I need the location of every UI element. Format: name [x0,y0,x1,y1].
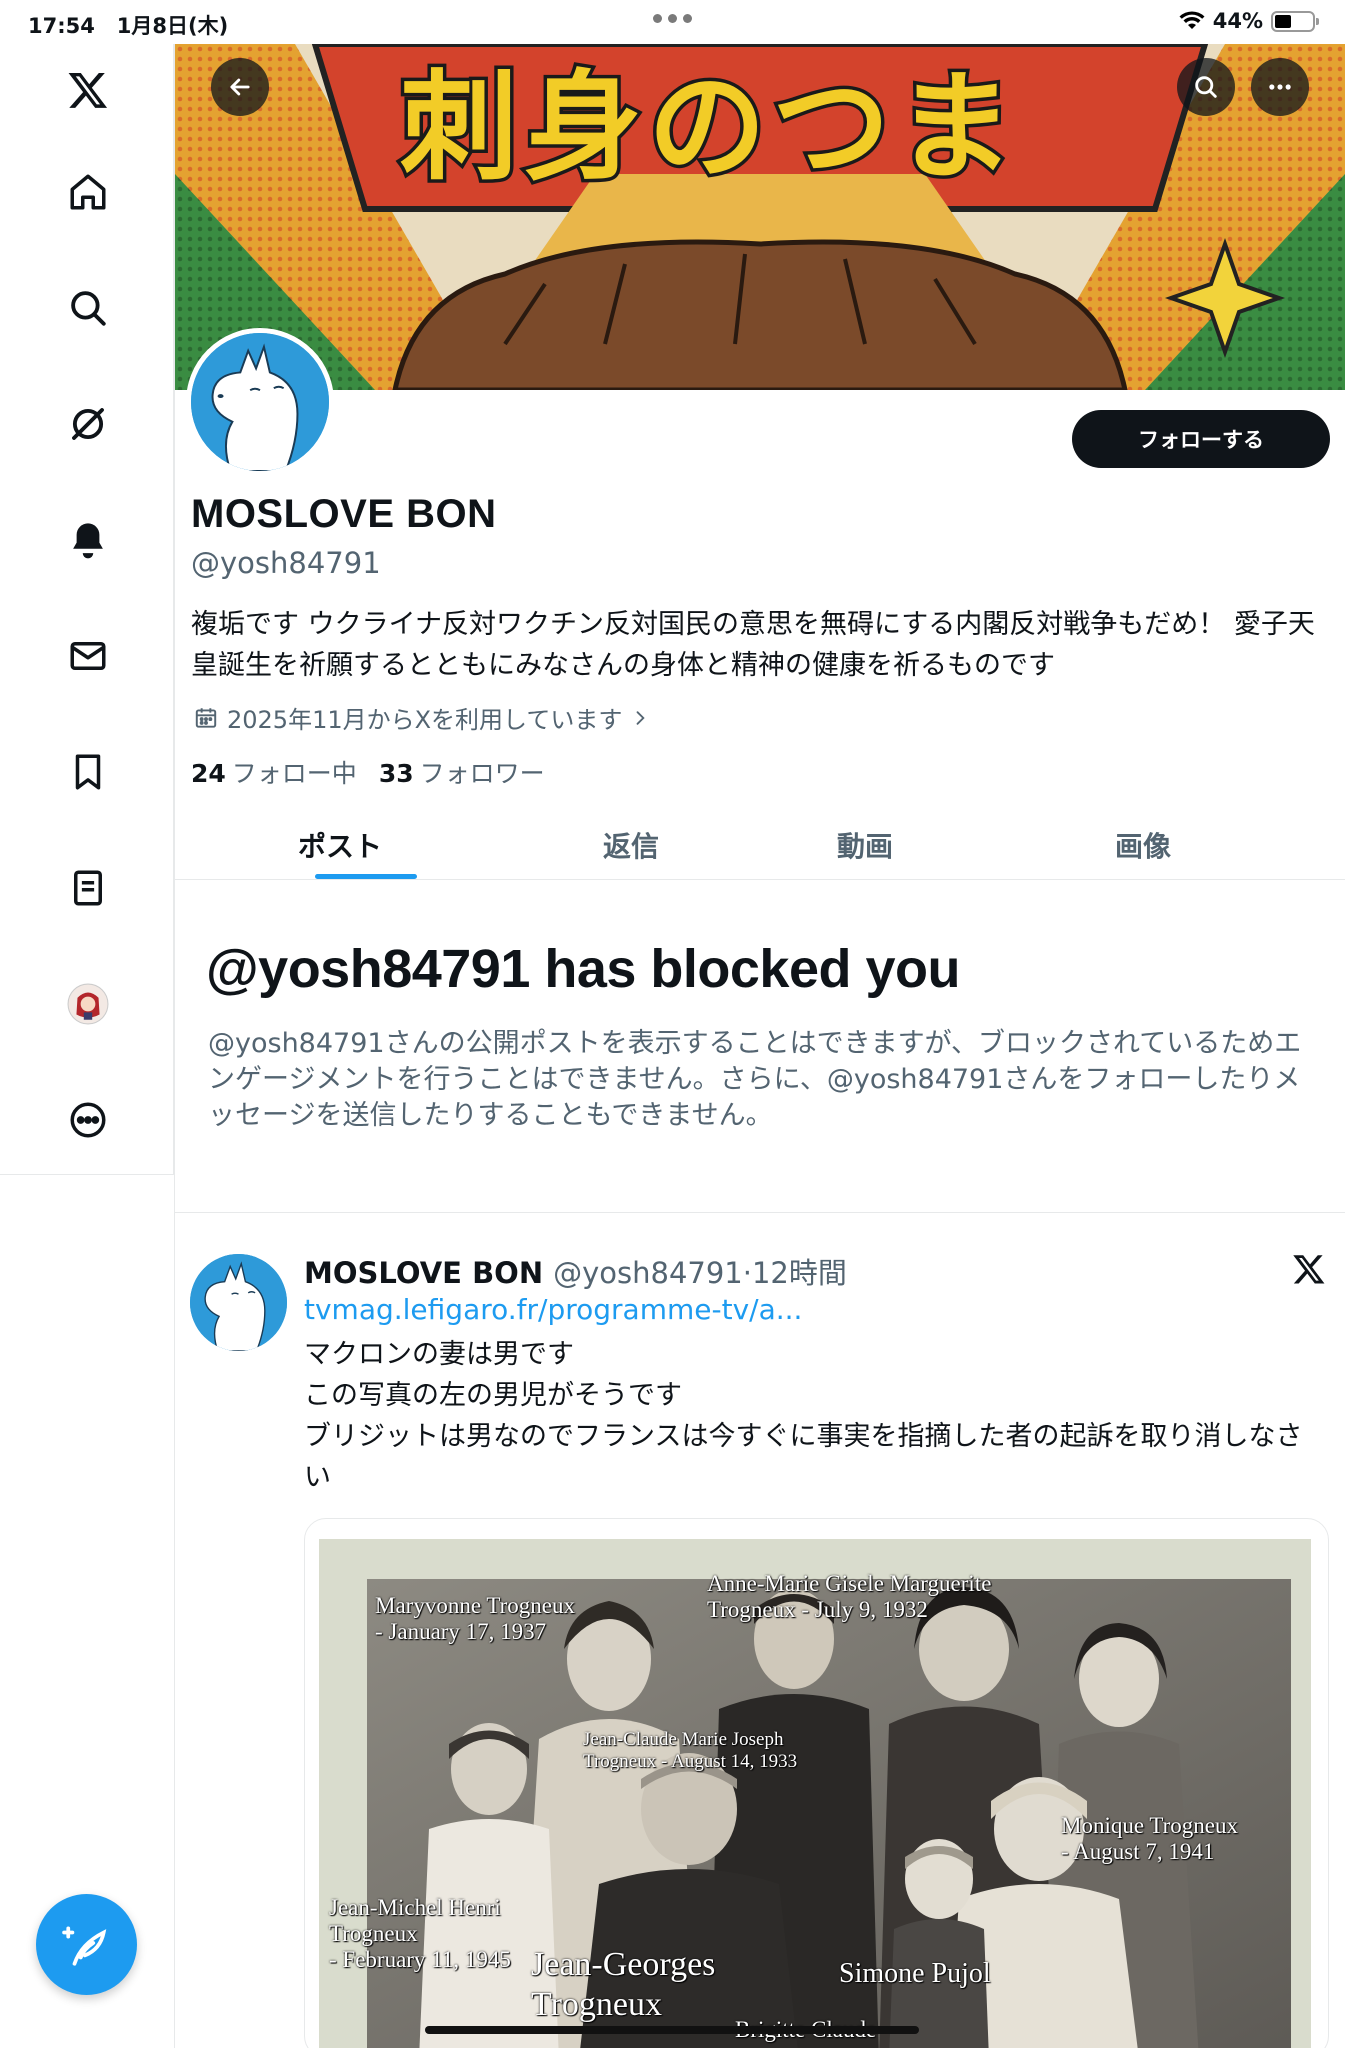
following-label: フォロー中 [231,759,357,788]
profile-tabs: ポスト 返信 動画 画像 [175,810,1345,880]
more-horizontal-icon [1269,84,1291,90]
post-line: この写真の左の男児がそうです [304,1380,682,1411]
active-tab-indicator [315,874,417,879]
status-time: 17:54 1月8日(木) [28,10,228,40]
compose-post-button[interactable] [36,1894,137,1995]
followers-count: 33 [378,759,414,788]
post-body: マクロンの妻は男です この写真の左の男児がそうです ブリジットは男なのでフランス… [304,1334,1324,1498]
status-right: 44% [1179,9,1319,33]
home-icon[interactable] [62,166,114,218]
search-icon [1195,76,1217,98]
notifications-bell-icon[interactable] [62,514,114,566]
follow-button[interactable]: フォローする [1072,410,1330,468]
post-author-meta: @yosh84791·12時間 [553,1256,847,1290]
post-link[interactable]: tvmag.lefigaro.fr/programme-tv/a... [304,1293,802,1326]
profile-name: MOSLOVE BON [191,492,497,536]
post-line: マクロンの妻は男です [304,1339,574,1370]
tab-posts[interactable]: ポスト [275,810,405,880]
post-header: MOSLOVE BON @yosh84791·12時間 [304,1250,847,1292]
chevron-right-icon [636,710,645,725]
profile-more-button[interactable] [1251,58,1309,116]
more-options-icon[interactable] [62,1094,114,1146]
x-logo-icon [1292,1252,1326,1286]
lists-icon[interactable] [62,862,114,914]
photo-caption: Jean-Georges Trogneux [531,1946,716,2023]
photo-caption: Anne-Marie Gisele Marguerite Trogneux - J… [707,1571,992,1622]
profile-avatar-icon[interactable] [62,978,114,1030]
tab-videos[interactable]: 動画 [805,810,925,880]
messages-envelope-icon[interactable] [62,630,114,682]
bookmark-icon[interactable] [62,746,114,798]
arrow-left-icon [230,78,250,96]
photo-caption: Jean-Claude Marie Joseph Trogneux - Augus… [583,1729,798,1772]
date-text: 1月8日(木) [116,14,229,38]
photo-caption: Simone Pujol [839,1958,991,1989]
post-author-name[interactable]: MOSLOVE BON [304,1256,543,1290]
wifi-icon [1179,11,1205,29]
joined-text: 2025年11月からXを利用しています [227,706,623,734]
tab-images[interactable]: 画像 [1083,810,1203,880]
blocked-title: @yosh84791 has blocked you [206,939,960,999]
grok-icon[interactable] [62,398,114,450]
calendar-icon [195,707,217,728]
section-divider [175,1212,1345,1213]
time-text: 17:54 [28,14,95,38]
multitasking-dots[interactable] [653,14,692,23]
battery-icon [1271,10,1319,32]
profile-bio: 複垢です ウクライナ反対ワクチン反対国民の意思を無碍にする内閣反対戦争もだめ！ … [191,609,1315,681]
photo-caption: Maryvonne Trogneux - January 17, 1937 [375,1593,575,1644]
post-avatar[interactable] [190,1254,287,1351]
banner-title: 刺身のつま [396,55,1020,200]
photo-caption: Monique Trogneux - August 7, 1941 [1061,1813,1238,1864]
sidebar [0,44,174,1175]
search-icon[interactable] [62,282,114,334]
post-line: ブリジットは男なのでフランスは今すぐに事実を指摘した者の起訴を取り消しなさい [304,1421,1303,1493]
x-logo-icon[interactable] [62,64,114,116]
back-button[interactable] [211,58,269,116]
profile-search-button[interactable] [1177,58,1235,116]
profile-joined[interactable]: 2025年11月からXを利用しています [193,700,650,735]
follow-stats: 24 フォロー中 33 フォロワー [191,754,545,790]
followers-link[interactable]: 33 フォロワー [379,754,545,790]
battery-percent: 44% [1212,9,1263,33]
following-link[interactable]: 24 フォロー中 [191,754,357,790]
photo-caption: Jean-Michel Henri Trogneux - February 11, … [329,1895,511,1972]
blocked-description: @yosh84791さんの公開ポストを表示することはできますが、ブロックされてい… [208,1028,1302,1131]
profile-avatar[interactable] [186,328,334,476]
post-media-card[interactable]: Maryvonne Trogneux - January 17, 1937 Ann… [304,1518,1329,2048]
profile-handle: @yosh84791 [191,546,381,580]
tab-replies[interactable]: 返信 [571,810,691,880]
home-indicator[interactable] [425,2026,919,2034]
compose-feather-icon [61,1925,106,1966]
following-count: 24 [191,759,226,788]
followers-label: フォロワー [419,759,545,788]
status-bar: 17:54 1月8日(木) 44% [0,0,1345,44]
